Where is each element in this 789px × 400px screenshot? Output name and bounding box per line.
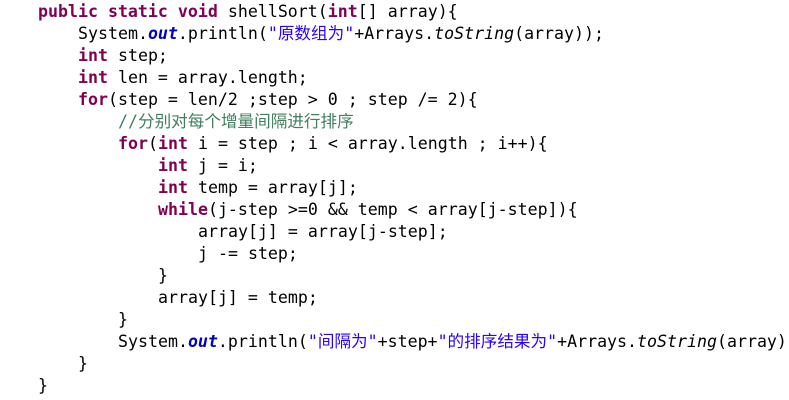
code-token: array[j] = array[j-step]; (198, 222, 448, 241)
code-line: for(int i = step ; i < array.length ; i+… (118, 133, 548, 155)
code-line: int step; (78, 45, 168, 67)
code-token: System. (118, 332, 188, 351)
code-token: step; (107, 46, 168, 65)
code-token: (array)); (716, 332, 789, 351)
keyword-token: void (177, 2, 218, 21)
static-field-token: out (187, 332, 218, 351)
code-line: int len = array.length; (78, 67, 308, 89)
code-line: array[j] = array[j-step]; (198, 221, 448, 243)
keyword-token: while (158, 200, 208, 219)
code-line: } (78, 353, 88, 375)
keyword-token: int (78, 46, 108, 65)
code-line: int temp = array[j]; (158, 177, 358, 199)
comment-token: //分别对每个增量间隔进行排序 (118, 112, 354, 131)
code-token: } (158, 266, 168, 285)
code-line: } (118, 309, 128, 331)
code-token: shellSort( (217, 2, 328, 21)
keyword-token: int (158, 156, 188, 175)
code-line: } (38, 375, 48, 397)
keyword-token: static (107, 2, 168, 21)
code-line: int j = i; (158, 155, 258, 177)
code-token: temp = array[j]; (187, 178, 358, 197)
code-token: j -= step; (198, 244, 298, 263)
code-line: array[j] = temp; (158, 287, 318, 309)
keyword-token: int (157, 134, 188, 153)
code-token: (array)); (514, 24, 604, 43)
code-token: j = i; (187, 156, 258, 175)
code-line: for(step = len/2 ;step > 0 ; step /= 2){ (78, 89, 478, 111)
code-line: while(j-step >=0 && temp < array[j-step]… (158, 199, 578, 221)
code-token: +Arrays. (557, 332, 638, 351)
code-token: } (118, 310, 128, 329)
keyword-token: for (118, 134, 148, 153)
keyword-token: for (78, 90, 108, 109)
code-token: ( (147, 134, 158, 153)
code-token: +step+ (377, 332, 438, 351)
code-line: //分别对每个增量间隔进行排序 (118, 111, 354, 133)
static-method-token: toString (637, 332, 717, 351)
string-literal-token: "原数组为" (267, 24, 355, 43)
code-token: } (78, 354, 88, 373)
code-token: array[j] = temp; (158, 288, 318, 307)
code-token: .println( (177, 24, 268, 43)
code-line: public static void shellSort(int[] array… (38, 1, 458, 23)
keyword-token: int (327, 2, 358, 21)
code-token: len = array.length; (107, 68, 308, 87)
code-line: j -= step; (198, 243, 298, 265)
code-token: +Arrays. (354, 24, 435, 43)
code-token: [] array){ (357, 2, 458, 21)
code-token: System. (78, 24, 148, 43)
keyword-token: public (38, 2, 98, 21)
static-method-token: toString (434, 24, 515, 43)
code-line: System.out.println("原数组为"+Arrays.toStrin… (78, 23, 604, 45)
string-literal-token: "间隔为" (307, 332, 378, 351)
keyword-token: int (158, 178, 188, 197)
code-token: (j-step >=0 && temp < array[j-step]){ (207, 200, 578, 219)
code-line: } (158, 265, 168, 287)
code-token: i = step ; i < array.length ; i++){ (187, 134, 548, 153)
string-literal-token: "的排序结果为" (437, 332, 558, 351)
keyword-token: int (78, 68, 108, 87)
code-token: .println( (217, 332, 308, 351)
code-line: System.out.println("间隔为"+step+"的排序结果为"+A… (118, 331, 789, 353)
code-editor[interactable]: public static void shellSort(int[] array… (0, 0, 789, 400)
code-token: (step = len/2 ;step > 0 ; step /= 2){ (107, 90, 478, 109)
code-token: } (38, 376, 48, 395)
static-field-token: out (147, 24, 178, 43)
